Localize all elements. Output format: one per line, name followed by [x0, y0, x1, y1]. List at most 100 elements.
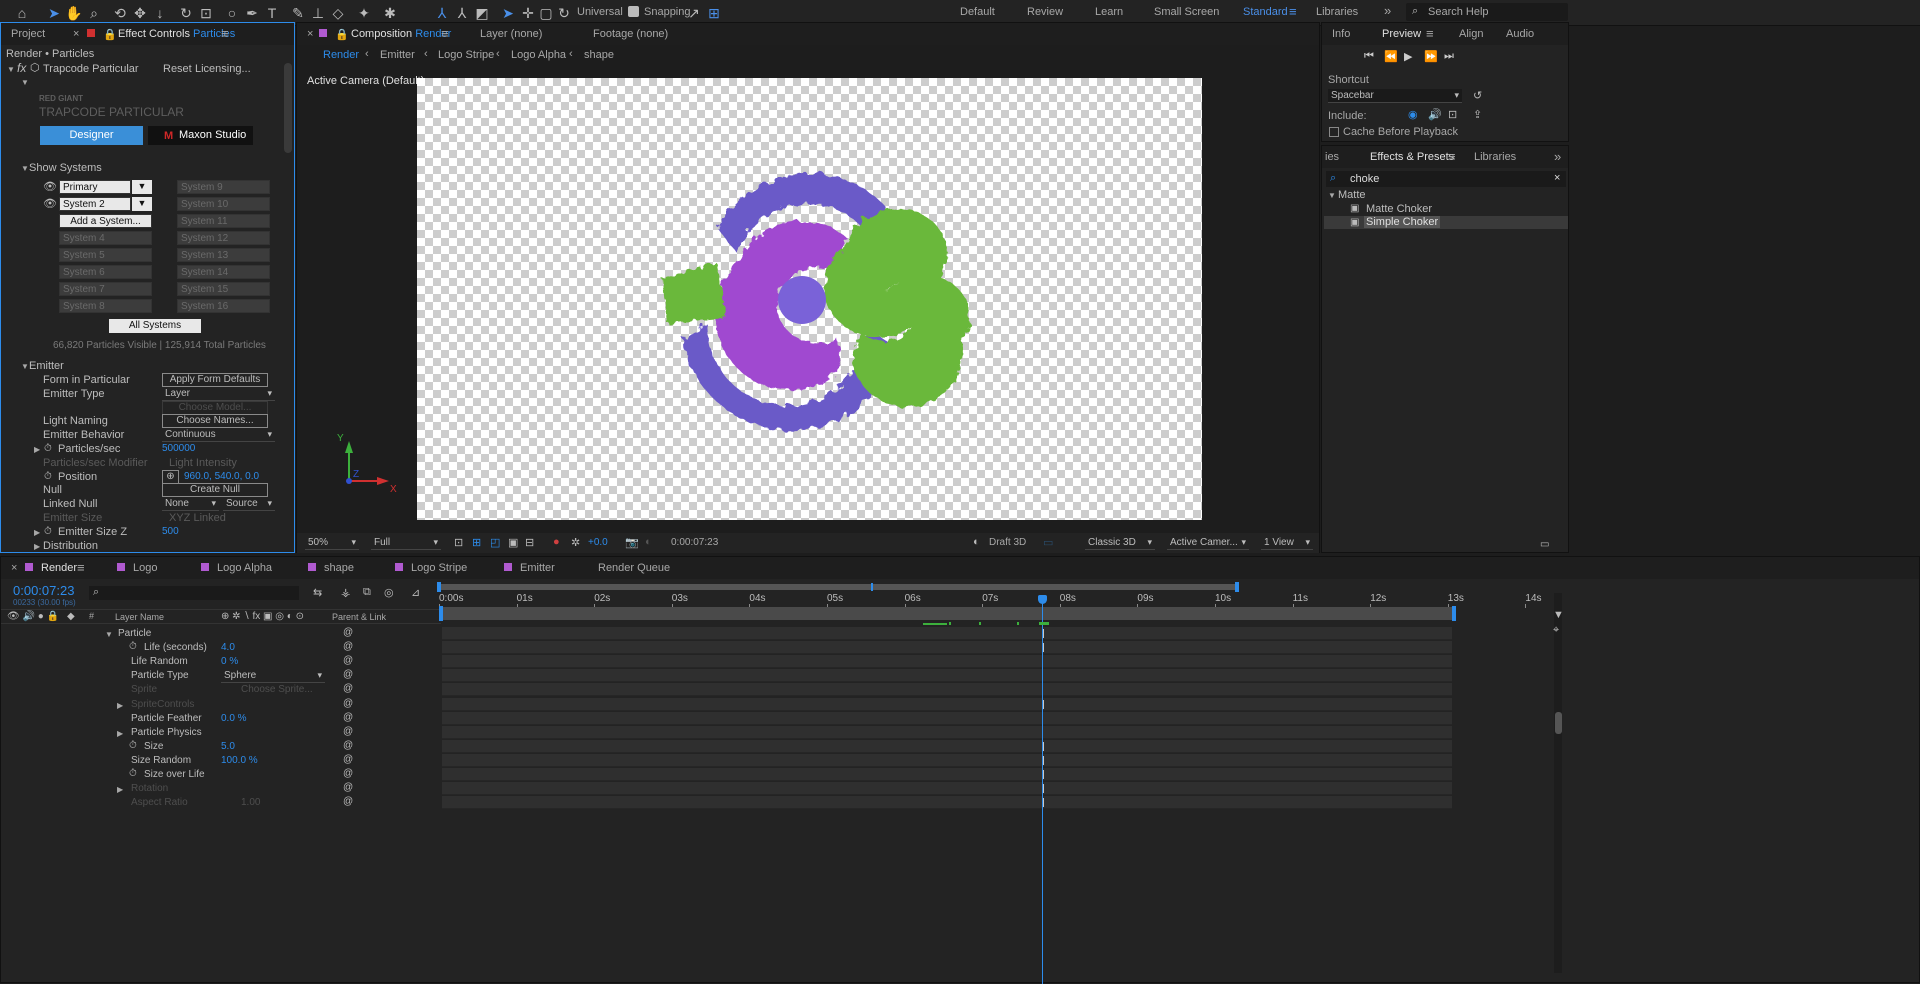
- workspace-review[interactable]: Review: [1027, 6, 1063, 18]
- orbit-camera-icon[interactable]: ⟲: [110, 3, 130, 23]
- timeline-lane[interactable]: [442, 739, 1452, 753]
- eye-icon[interactable]: 👁: [43, 197, 57, 210]
- all-systems-button[interactable]: All Systems: [109, 319, 201, 333]
- pen-tool-icon[interactable]: ✒: [242, 3, 262, 23]
- property-dropdown[interactable]: Continuous: [162, 428, 275, 443]
- twirl-icon[interactable]: ▼: [1328, 191, 1336, 200]
- workspace-learn[interactable]: Learn: [1095, 6, 1123, 18]
- dolly-camera-icon[interactable]: ↓: [150, 3, 170, 23]
- stopwatch-icon[interactable]: ⏱: [129, 641, 137, 652]
- out-point-handle[interactable]: [1452, 606, 1456, 621]
- system-slot[interactable]: System 6: [59, 265, 152, 279]
- tab-effects-presets[interactable]: Effects & Presets: [1370, 151, 1454, 163]
- effects-search-input[interactable]: ⌕ choke ×: [1326, 171, 1566, 187]
- system-slot[interactable]: System 7: [59, 282, 152, 296]
- workspace-menu-icon[interactable]: ≡: [1289, 4, 1297, 19]
- guides-icon[interactable]: ▣: [508, 536, 518, 549]
- clear-search-icon[interactable]: ×: [1554, 172, 1560, 184]
- color-channels-icon[interactable]: ●: [553, 536, 560, 548]
- timeline-lane[interactable]: [442, 768, 1452, 781]
- twirl-icon[interactable]: ▶: [117, 701, 123, 710]
- timeline-row[interactable]: Sprite Choose Sprite... @: [1, 683, 441, 697]
- tab-logo-alpha[interactable]: Logo Alpha: [217, 562, 272, 574]
- breadcrumb-logo-stripe[interactable]: Logo Stripe: [438, 49, 494, 61]
- tab-render-queue[interactable]: Render Queue: [598, 562, 670, 574]
- puppet-pin-icon[interactable]: ✱: [380, 3, 400, 23]
- timeline-row[interactable]: ▶ Rotation @: [1, 782, 441, 796]
- home-icon[interactable]: ⌂: [12, 3, 32, 23]
- view-layout-dropdown[interactable]: 1 View: [1261, 536, 1313, 550]
- snap-grid-icon[interactable]: ⊞: [704, 3, 724, 23]
- twirl-icon[interactable]: ▼: [105, 630, 113, 639]
- expression-pickwhip-icon[interactable]: @: [343, 627, 353, 638]
- 3d-rotate-icon[interactable]: ↻: [554, 3, 574, 23]
- twirl-icon[interactable]: ▶: [34, 445, 40, 454]
- close-icon[interactable]: ×: [307, 28, 313, 40]
- property-dropdown[interactable]: None: [162, 497, 219, 512]
- timeline-row[interactable]: ⏱ Life (seconds) 4.0 @: [1, 641, 441, 655]
- current-time-indicator[interactable]: [1042, 601, 1043, 984]
- new-folder-icon[interactable]: ▭: [1540, 539, 1549, 550]
- tab-audio[interactable]: Audio: [1506, 28, 1534, 40]
- transparency-grid-icon[interactable]: ⊞: [472, 536, 481, 549]
- prev-frame-icon[interactable]: ⏪: [1384, 50, 1398, 63]
- expression-pickwhip-icon[interactable]: @: [343, 698, 353, 709]
- matte-choker-item[interactable]: Matte Choker: [1366, 203, 1432, 215]
- expression-pickwhip-icon[interactable]: @: [343, 740, 353, 751]
- system-dropdown[interactable]: ▼: [132, 180, 152, 194]
- system-slot[interactable]: System 12: [177, 231, 270, 245]
- first-frame-icon[interactable]: ⏮: [1364, 50, 1374, 63]
- property-value[interactable]: Choose Sprite...: [241, 684, 313, 695]
- resolution-dropdown[interactable]: Full: [371, 536, 441, 550]
- draft-3d-toggle-icon[interactable]: ⚶: [341, 586, 350, 599]
- expression-pickwhip-icon[interactable]: @: [343, 683, 353, 694]
- timeline-scrollbar[interactable]: [1554, 593, 1562, 973]
- cache-checkbox[interactable]: [1329, 127, 1339, 137]
- panel-menu-icon[interactable]: ≡: [1448, 149, 1456, 164]
- breadcrumb-render[interactable]: Render: [323, 49, 359, 61]
- panel-menu-icon[interactable]: ≡: [441, 26, 449, 41]
- twirl-icon[interactable]: ▶: [34, 542, 40, 551]
- time-ruler[interactable]: 0:00s 01s 02s 03s 04s 05s 06s 07s 08s 09s 10s 11s 12…: [439, 593, 1549, 608]
- expression-pickwhip-icon[interactable]: @: [343, 669, 353, 680]
- twirl-icon[interactable]: ▶: [117, 729, 123, 738]
- zoom-dropdown[interactable]: 50%: [305, 536, 359, 550]
- timeline-lane[interactable]: [442, 782, 1452, 796]
- tab-libraries[interactable]: Libraries: [1474, 151, 1516, 163]
- timeline-row[interactable]: ⏱ Size 5.0 @: [1, 740, 441, 754]
- property-value[interactable]: 960.0, 540.0, 0.0: [184, 471, 259, 482]
- system-slot[interactable]: System 8: [59, 299, 152, 313]
- reset-exposure-icon[interactable]: ✲: [571, 536, 580, 549]
- work-area-bar[interactable]: [438, 584, 1239, 590]
- simple-choker-item[interactable]: Simple Choker: [1364, 216, 1441, 228]
- property-button[interactable]: Apply Form Defaults: [162, 373, 268, 387]
- tab-align[interactable]: Align: [1459, 28, 1483, 40]
- shortcut-dropdown[interactable]: Spacebar: [1328, 89, 1462, 103]
- timeline-row[interactable]: Particle Type Sphere @: [1, 669, 441, 684]
- timeline-lane[interactable]: [442, 683, 1452, 697]
- play-icon[interactable]: ▶: [1404, 50, 1412, 63]
- scrollbar-thumb[interactable]: [1555, 712, 1562, 734]
- lock-icon[interactable]: 🔒: [335, 28, 349, 41]
- tab-render[interactable]: Render: [41, 562, 77, 574]
- expression-pickwhip-icon[interactable]: @: [343, 768, 353, 779]
- fx-icon[interactable]: fx: [17, 61, 26, 75]
- timeline-row[interactable]: Aspect Ratio 1.00 @: [1, 796, 441, 810]
- 3d-select-icon[interactable]: ➤: [498, 3, 518, 23]
- expression-pickwhip-icon[interactable]: @: [343, 782, 353, 793]
- system-slot[interactable]: System 5: [59, 248, 152, 262]
- playhead-icon[interactable]: [1038, 595, 1047, 604]
- stopwatch-icon[interactable]: ⏱: [44, 526, 52, 537]
- designer-button[interactable]: Designer: [40, 126, 143, 145]
- stopwatch-icon[interactable]: ⏱: [44, 471, 52, 482]
- tab-footage[interactable]: Footage (none): [593, 28, 668, 40]
- property-dropdown[interactable]: Layer: [162, 386, 275, 401]
- timeline-timecode[interactable]: 0:00:07:23: [13, 583, 74, 598]
- timeline-lane[interactable]: [442, 711, 1452, 725]
- breadcrumb-logo-alpha[interactable]: Logo Alpha: [511, 49, 566, 61]
- search-help-box[interactable]: ⌕ Search Help: [1406, 3, 1568, 21]
- panel-menu-icon[interactable]: ≡: [77, 560, 85, 575]
- show-snapshot-icon[interactable]: ◐: [645, 536, 652, 548]
- twirl-icon[interactable]: ▼: [21, 362, 29, 371]
- timeline-lane[interactable]: [442, 796, 1452, 810]
